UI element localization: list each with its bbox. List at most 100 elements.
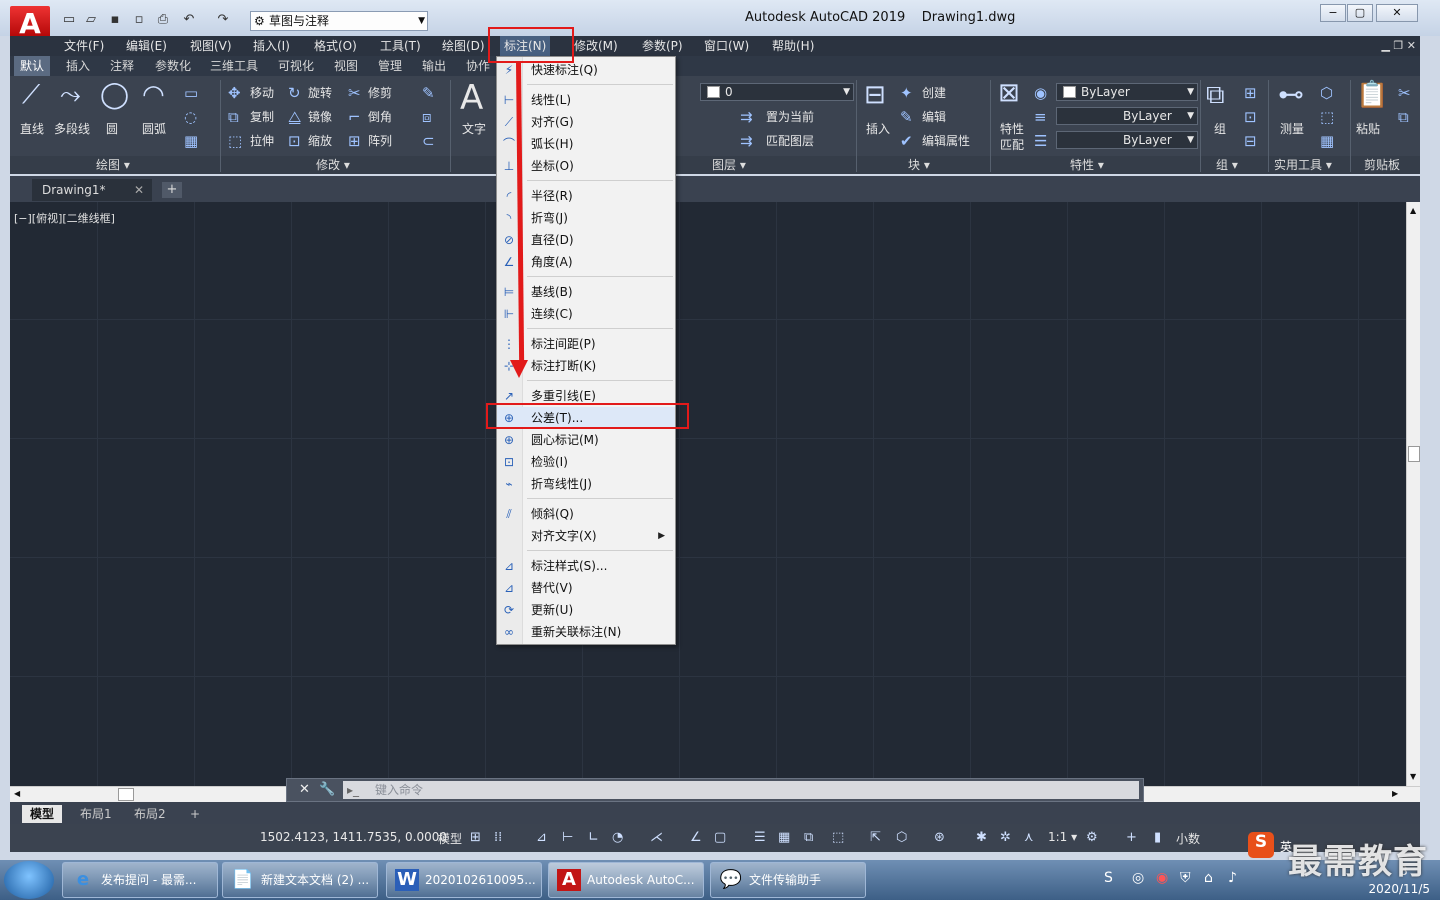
- polyline-icon[interactable]: ⤳: [60, 80, 81, 111]
- dimension-menu-item[interactable]: ∠ 角度(A): [497, 251, 675, 273]
- selection-filter-icon[interactable]: ⬡: [896, 828, 907, 848]
- vertical-scroll-thumb[interactable]: [1408, 446, 1420, 462]
- block-panel-title[interactable]: 块 ▾: [908, 156, 930, 174]
- add-layout-button[interactable]: +: [182, 805, 208, 823]
- annotation-scale-select[interactable]: 1:1 ▾: [1048, 830, 1077, 844]
- redo-icon[interactable]: ↷: [214, 12, 232, 28]
- save-icon[interactable]: ▪: [106, 12, 124, 28]
- dimension-menu-item[interactable]: ∞ 重新关联标注(N): [497, 621, 675, 643]
- scroll-up-icon[interactable]: ▲: [1410, 206, 1416, 215]
- taskbar-item-ie[interactable]: e 发布提问 - 最需...: [62, 862, 218, 898]
- linetype-icon[interactable]: ☰: [1034, 132, 1047, 150]
- menu-view[interactable]: 视图(V): [190, 36, 232, 56]
- network-icon[interactable]: ⌂: [1204, 870, 1213, 886]
- tab-output[interactable]: 输出: [422, 56, 446, 76]
- sogou-tray-icon[interactable]: S: [1104, 870, 1113, 886]
- insert-block-icon[interactable]: ⊟: [864, 80, 886, 110]
- group-edit-icon[interactable]: ⊡: [1244, 108, 1257, 126]
- menu-help[interactable]: 帮助(H): [772, 36, 814, 56]
- dimension-menu-item[interactable]: ⊘ 直径(D): [497, 229, 675, 251]
- groups-panel-title[interactable]: 组 ▾: [1216, 156, 1238, 174]
- lineweight-icon[interactable]: ≡: [1034, 108, 1047, 126]
- print-icon[interactable]: ⎙: [154, 12, 172, 28]
- menu-draw[interactable]: 绘图(D): [442, 36, 485, 56]
- close-icon[interactable]: ✕: [299, 782, 310, 797]
- tab-model[interactable]: 模型: [22, 805, 63, 823]
- text-button[interactable]: 文字: [462, 120, 486, 137]
- menu-window[interactable]: 窗口(W): [704, 36, 749, 56]
- trim-button[interactable]: 修剪: [368, 84, 392, 101]
- undo-icon[interactable]: ↶: [180, 12, 198, 28]
- set-current-button[interactable]: 置为当前: [766, 108, 814, 125]
- dimension-menu-item[interactable]: ⊿ 标注样式(S)...: [497, 555, 675, 577]
- menu-edit[interactable]: 编辑(E): [126, 36, 167, 56]
- infer-icon[interactable]: ⊿: [536, 828, 547, 848]
- menu-insert[interactable]: 插入(I): [253, 36, 290, 56]
- maximize-button[interactable]: ▢: [1347, 4, 1373, 22]
- dimension-menu-item[interactable]: ⌒ 弧长(H): [497, 133, 675, 155]
- copy-button[interactable]: 复制: [250, 108, 274, 125]
- tab-collaborate[interactable]: 协作: [466, 56, 490, 76]
- paste-button[interactable]: 粘贴: [1356, 120, 1380, 137]
- layer-select[interactable]: 0 ▼: [700, 83, 854, 101]
- dynamic-ucs-icon[interactable]: ⇱: [870, 828, 881, 848]
- annotation-monitor-icon[interactable]: +: [1126, 828, 1137, 848]
- gizmo-icon[interactable]: ⊛: [934, 828, 945, 848]
- lineweight-select[interactable]: ByLayer ▼: [1056, 107, 1198, 125]
- polar-icon[interactable]: ◔: [612, 828, 623, 848]
- rectangle-icon[interactable]: ▭: [184, 84, 198, 102]
- layers-panel-title[interactable]: 图层 ▾: [712, 156, 746, 174]
- dimension-menu-item[interactable]: ⊕ 圆心标记(M): [497, 429, 675, 451]
- match-properties-icon[interactable]: ⊠: [998, 78, 1020, 108]
- clipboard-panel-title[interactable]: 剪贴板: [1364, 156, 1400, 174]
- copy-clip-icon[interactable]: ⧉: [1398, 108, 1409, 126]
- scroll-down-icon[interactable]: ▼: [1410, 772, 1416, 781]
- dimension-menu-item[interactable]: ⌁ 折弯线性(J): [497, 473, 675, 495]
- tab-visualize[interactable]: 可视化: [278, 56, 314, 76]
- dimension-menu-item[interactable]: ◜ 半径(R): [497, 185, 675, 207]
- tab-view[interactable]: 视图: [334, 56, 358, 76]
- create-block-button[interactable]: 创建: [922, 84, 946, 101]
- dimension-menu-item[interactable]: ⊿ 替代(V): [497, 577, 675, 599]
- tab-annotate[interactable]: 注释: [110, 56, 134, 76]
- tab-layout1[interactable]: 布局1: [72, 805, 120, 823]
- linetype-select[interactable]: ByLayer ▼: [1056, 131, 1198, 149]
- stretch-button[interactable]: 拉伸: [250, 132, 274, 149]
- tab-3d-tools[interactable]: 三维工具: [210, 56, 258, 76]
- coordinates-readout[interactable]: 1502.4123, 1411.7535, 0.0000: [260, 830, 447, 844]
- dimension-menu-item[interactable]: ⊢ 线性(L): [497, 89, 675, 111]
- circle-button[interactable]: 圆: [106, 120, 118, 137]
- quick-select-icon[interactable]: ⬡: [1320, 84, 1333, 102]
- dimension-menu-item[interactable]: ⫽ 倾斜(Q): [497, 503, 675, 525]
- units-select[interactable]: 小数: [1176, 830, 1200, 847]
- grid-icon[interactable]: ⊞: [470, 828, 481, 848]
- arc-button[interactable]: 圆弧: [142, 120, 166, 137]
- viewport-controls[interactable]: [−][俯视][二维线框]: [14, 210, 115, 226]
- file-tab-drawing1[interactable]: Drawing1* ✕: [32, 179, 152, 201]
- line-icon[interactable]: ⟋: [22, 80, 40, 111]
- menu-format[interactable]: 格式(O): [314, 36, 357, 56]
- group-button[interactable]: 组: [1214, 120, 1226, 137]
- group-icon[interactable]: ⧉: [1206, 80, 1225, 111]
- menu-file[interactable]: 文件(F): [64, 36, 104, 56]
- taskbar-item-notepad[interactable]: 📄 新建文本文档 (2) ...: [222, 862, 378, 898]
- erase-icon[interactable]: ✎: [422, 84, 435, 102]
- tab-insert[interactable]: 插入: [66, 56, 90, 76]
- workspace-gear-icon[interactable]: ⚙: [1086, 828, 1098, 848]
- snap-icon[interactable]: ⁞⁞: [494, 828, 502, 848]
- security-tray-icon[interactable]: ◉: [1156, 870, 1168, 886]
- array-button[interactable]: 阵列: [368, 132, 392, 149]
- taskbar-item-word[interactable]: W 2020102610095...: [386, 862, 542, 898]
- command-input[interactable]: ▸_ 键入命令: [343, 781, 1139, 799]
- vertical-scrollbar[interactable]: ▲ ▼: [1406, 202, 1420, 786]
- menu-modify[interactable]: 修改(M): [574, 36, 618, 56]
- tab-manage[interactable]: 管理: [378, 56, 402, 76]
- volume-icon[interactable]: ♪: [1228, 870, 1237, 886]
- tab-default[interactable]: 默认: [14, 56, 51, 76]
- start-button[interactable]: [4, 861, 54, 899]
- measure-button[interactable]: 测量: [1280, 120, 1304, 137]
- wechat-tray-icon[interactable]: ◎: [1132, 870, 1144, 886]
- dimension-menu-item[interactable]: ⊨ 基线(B): [497, 281, 675, 303]
- explode-icon[interactable]: ⧈: [422, 108, 432, 126]
- drawing-canvas[interactable]: [10, 202, 1406, 786]
